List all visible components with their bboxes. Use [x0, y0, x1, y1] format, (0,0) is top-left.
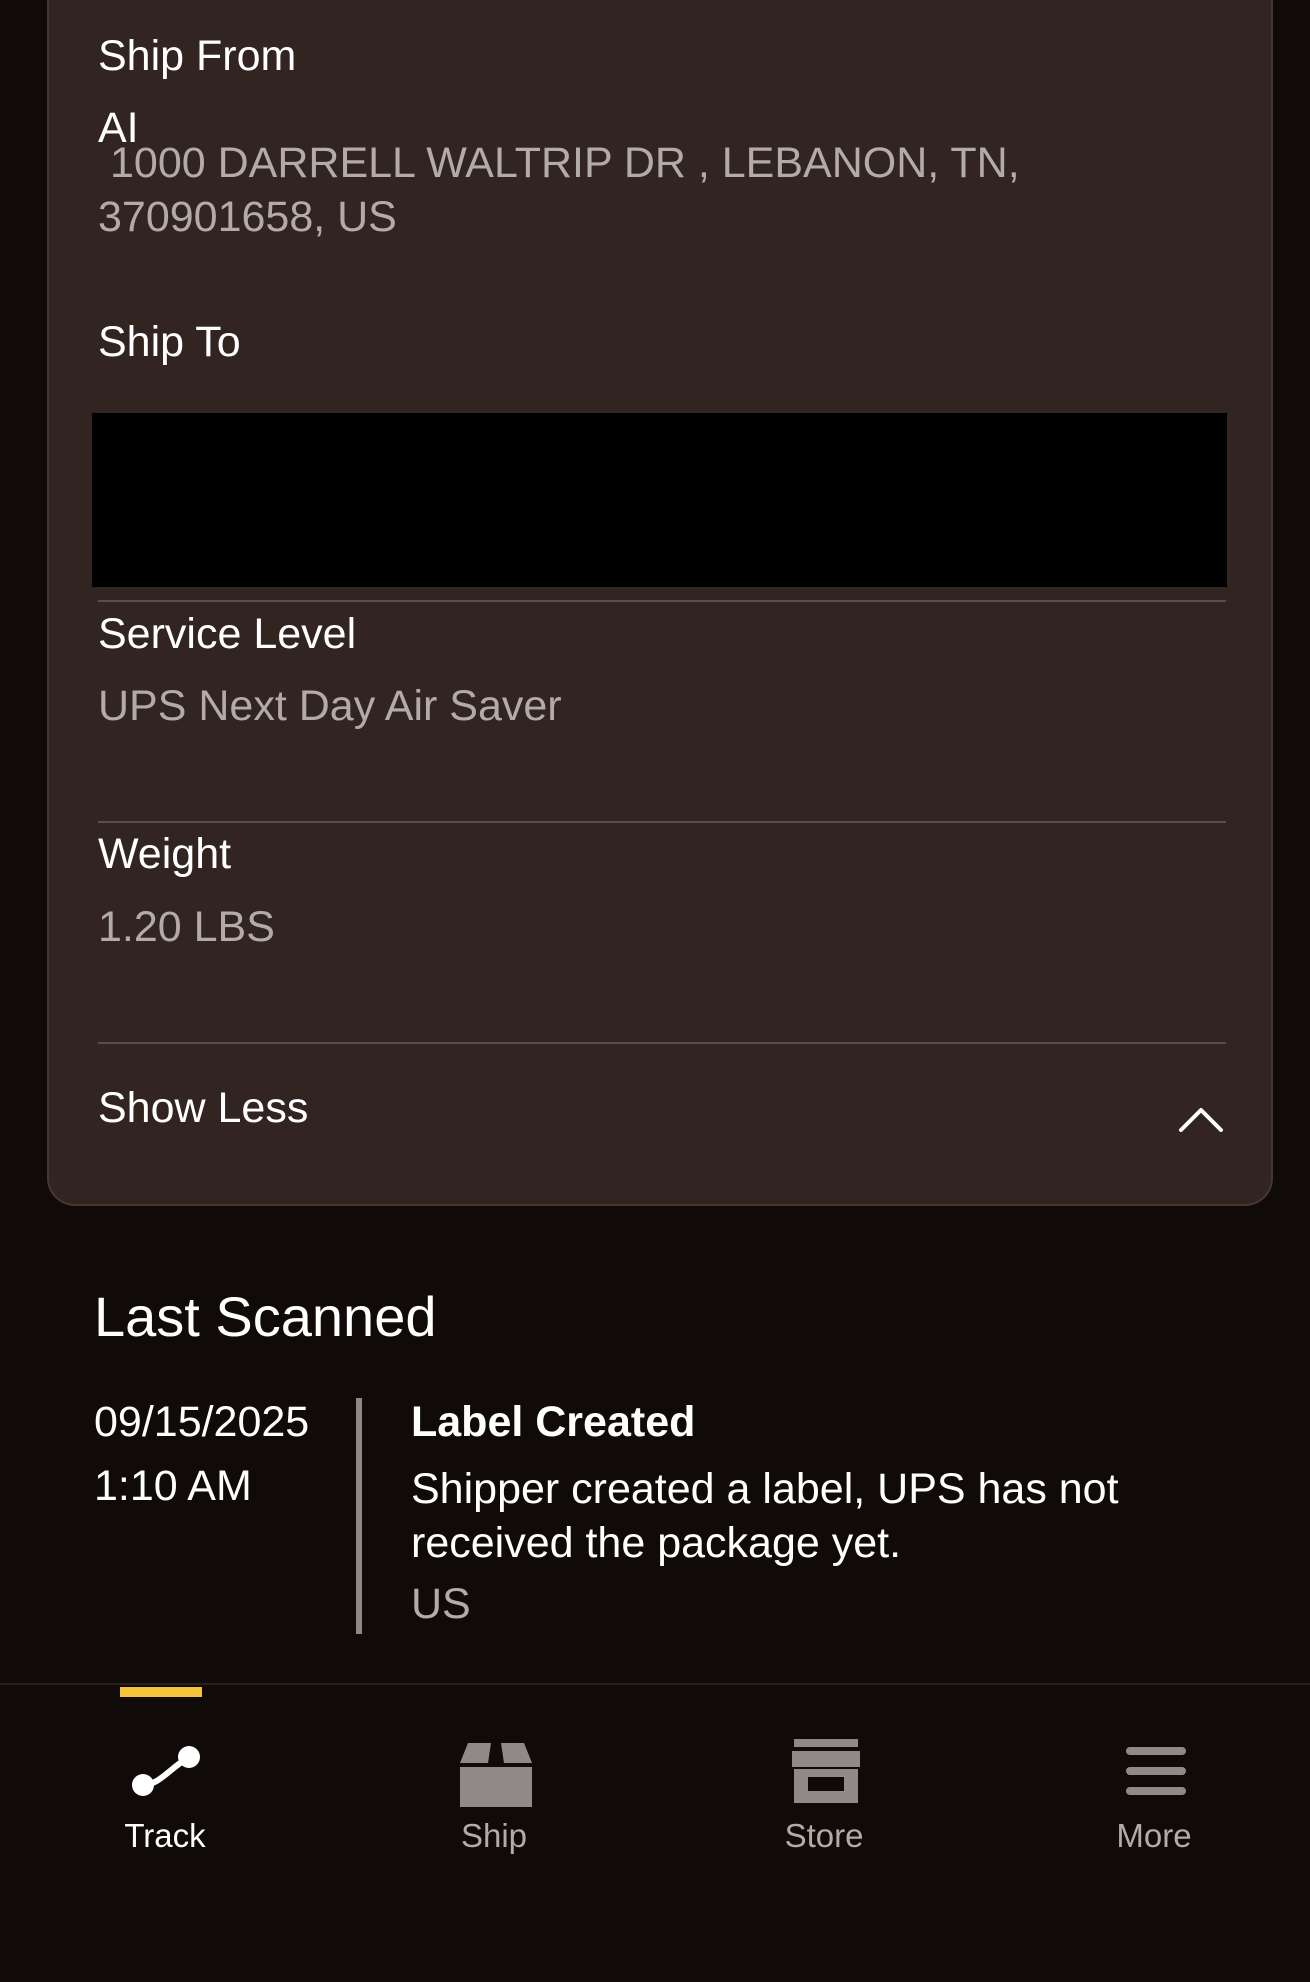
nav-item-track[interactable]: Track — [65, 1685, 265, 1875]
scan-status: Label Created — [411, 1398, 696, 1446]
nav-label-ship: Ship — [460, 1817, 528, 1854]
menu-icon — [1126, 1747, 1186, 1795]
show-less-label: Show Less — [98, 1084, 309, 1132]
shipment-details-card: Ship From AI 1000 DARRELL WALTRIP DR , L… — [47, 0, 1273, 1206]
ship-from-label: Ship From — [98, 32, 297, 80]
scan-date: 09/15/2025 — [94, 1398, 310, 1446]
scan-time: 1:10 AM — [94, 1462, 252, 1510]
ship-to-address-redacted — [92, 413, 1227, 587]
ship-to-label: Ship To — [98, 318, 241, 366]
divider — [98, 600, 1226, 602]
nav-item-more[interactable]: More — [1054, 1685, 1254, 1875]
nav-label-track: Track — [124, 1817, 206, 1854]
timeline-bar — [356, 1398, 362, 1634]
weight-label: Weight — [98, 830, 232, 878]
tracking-details-screen: Ship From AI 1000 DARRELL WALTRIP DR , L… — [0, 0, 1310, 1982]
nav-label-store: Store — [784, 1817, 864, 1854]
scan-location: US — [411, 1580, 471, 1628]
last-scanned-title: Last Scanned — [94, 1285, 437, 1348]
weight-value: 1.20 LBS — [98, 903, 275, 951]
nav-item-ship[interactable]: Ship — [394, 1685, 594, 1875]
nav-item-store[interactable]: Store — [724, 1685, 924, 1875]
divider — [98, 821, 1226, 823]
chevron-up-icon — [1179, 1108, 1223, 1132]
scan-description: Shipper created a label, UPS has not rec… — [411, 1465, 1119, 1567]
ship-from-address: 1000 DARRELL WALTRIP DR , LEBANON, TN, 3… — [98, 139, 1020, 241]
package-icon — [460, 1743, 532, 1807]
active-tab-indicator — [120, 1687, 202, 1697]
service-level-value: UPS Next Day Air Saver — [98, 682, 562, 730]
service-level-label: Service Level — [98, 610, 357, 658]
show-less-toggle[interactable]: Show Less — [49, 1044, 1271, 1184]
nav-label-more: More — [1116, 1817, 1192, 1854]
track-icon — [132, 1746, 200, 1796]
bottom-navigation: Track Ship Store More — [0, 1683, 1310, 1982]
store-icon — [792, 1739, 860, 1803]
